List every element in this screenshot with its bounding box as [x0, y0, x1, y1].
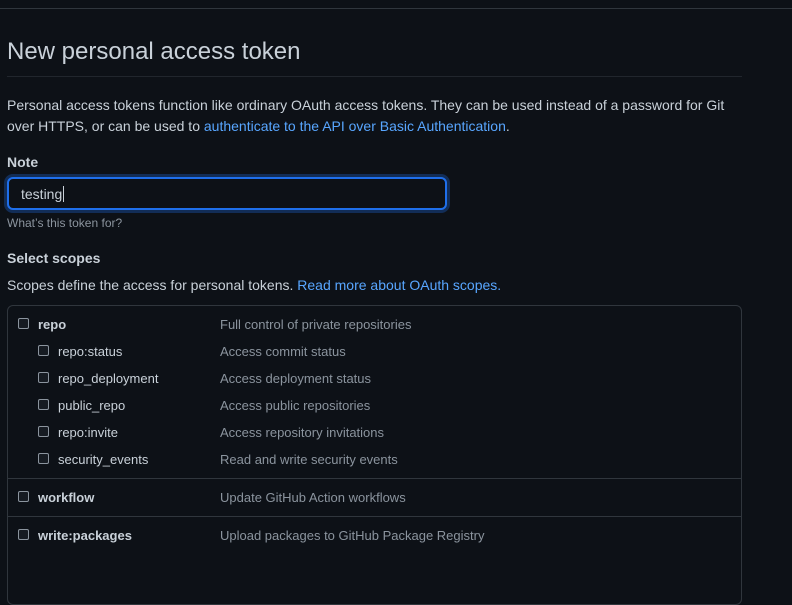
scope-name: workflow	[38, 490, 95, 505]
note-hint: What’s this token for?	[7, 216, 123, 230]
scope-checkbox-write-packages[interactable]	[18, 529, 29, 540]
basic-auth-link[interactable]: authenticate to the API over Basic Authe…	[204, 118, 506, 134]
text-caret	[63, 185, 65, 202]
scope-description: Update GitHub Action workflows	[220, 490, 406, 505]
scope-group-divider	[8, 478, 741, 479]
scope-checkbox-repo-invite[interactable]	[38, 426, 49, 437]
scope-description: Access repository invitations	[220, 425, 385, 440]
oauth-scopes-link[interactable]: Read more about OAuth scopes.	[297, 277, 501, 293]
note-input[interactable]: testing	[7, 177, 447, 210]
scopes-description: Scopes define the access for personal to…	[7, 277, 501, 293]
scopes-list: repo Full control of private repositorie…	[7, 305, 742, 605]
scope-group-divider	[8, 516, 741, 517]
scope-name: public_repo	[58, 398, 126, 413]
scope-row-repo: repo Full control of private repositorie…	[8, 317, 741, 337]
scope-description: Upload packages to GitHub Package Regist…	[220, 528, 485, 543]
title-divider	[7, 76, 742, 77]
scope-row-security-events: security_events Read and write security …	[8, 452, 741, 472]
intro-paragraph: Personal access tokens function like ord…	[7, 95, 747, 137]
scope-row-workflow: workflow Update GitHub Action workflows	[8, 490, 741, 510]
scope-name: repo_deployment	[58, 371, 159, 386]
scope-name: repo:invite	[58, 425, 118, 440]
scope-row-repo-status: repo:status Access commit status	[8, 344, 741, 364]
scope-name: repo	[38, 317, 67, 332]
scope-row-repo-invite: repo:invite Access repository invitation…	[8, 425, 741, 445]
scope-description: Access public repositories	[220, 398, 371, 413]
scope-checkbox-repo-status[interactable]	[38, 345, 49, 356]
scope-checkbox-workflow[interactable]	[18, 491, 29, 502]
scope-description: Access deployment status	[220, 371, 372, 386]
scopes-label: Select scopes	[7, 250, 101, 266]
scope-row-repo-deployment: repo_deployment Access deployment status	[8, 371, 741, 391]
scope-checkbox-repo[interactable]	[18, 318, 29, 329]
note-label: Note	[7, 154, 39, 170]
scope-description: Read and write security events	[220, 452, 398, 467]
scope-name: security_events	[58, 452, 149, 467]
intro-end: .	[505, 118, 510, 134]
scope-name: write:packages	[38, 528, 132, 543]
scope-checkbox-security-events[interactable]	[38, 453, 49, 464]
note-input-value: testing	[21, 185, 63, 202]
scope-checkbox-repo-deployment[interactable]	[38, 372, 49, 383]
scope-description: Access commit status	[220, 344, 346, 359]
scopes-desc-text: Scopes define the access for personal to…	[7, 277, 298, 293]
scope-name: repo:status	[58, 344, 123, 359]
scope-description: Full control of private repositories	[220, 317, 412, 332]
top-frame-border	[0, 0, 792, 9]
scope-row-public-repo: public_repo Access public repositories	[8, 398, 741, 418]
scope-row-write-packages: write:packages Upload packages to GitHub…	[8, 528, 741, 548]
page-title: New personal access token	[7, 38, 301, 65]
scope-checkbox-public-repo[interactable]	[38, 399, 49, 410]
